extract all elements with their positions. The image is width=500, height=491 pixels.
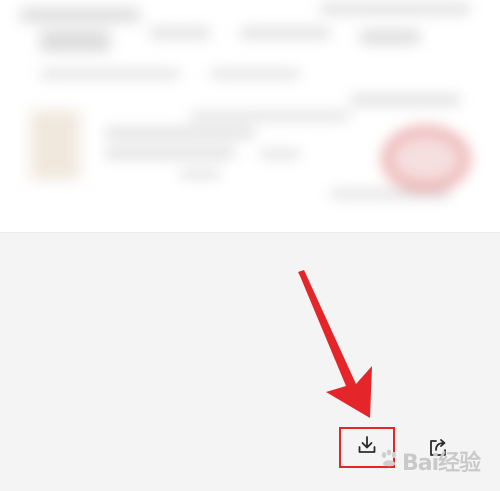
watermark-text: Bai经验 <box>402 451 481 476</box>
paw-logo-icon <box>378 448 400 475</box>
baidu-jingyan-watermark: Bai经验 <box>378 446 481 476</box>
annotation-arrow <box>298 270 372 418</box>
download-icon <box>356 434 378 461</box>
